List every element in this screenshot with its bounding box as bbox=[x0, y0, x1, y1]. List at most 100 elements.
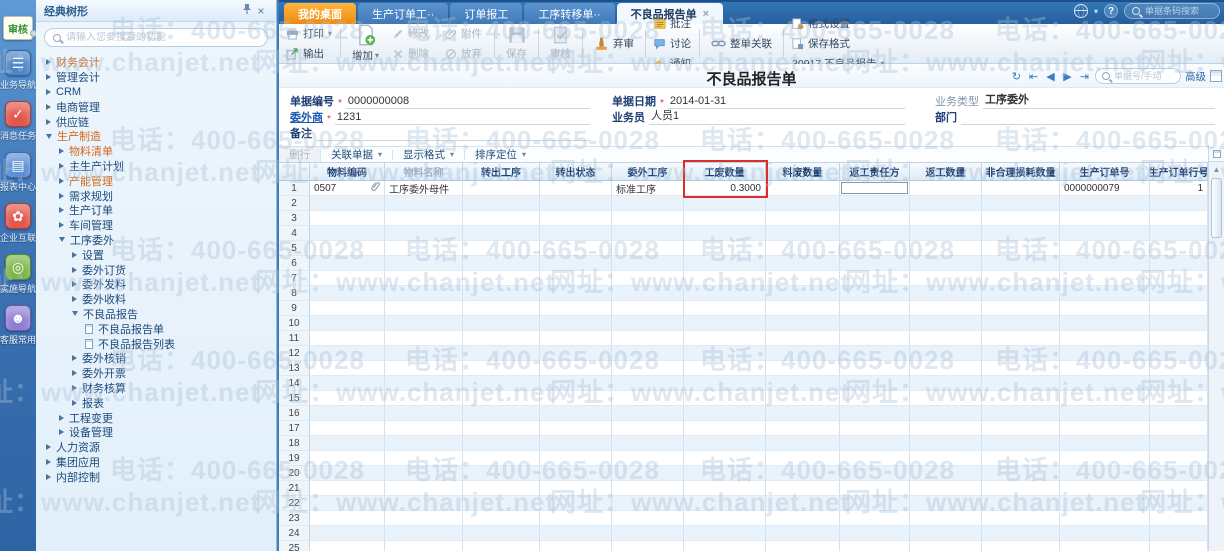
field-value[interactable] bbox=[316, 139, 590, 141]
grid-cell[interactable] bbox=[1060, 301, 1150, 316]
grid-toolbar-3[interactable]: 排序定位 ▾ bbox=[465, 147, 536, 162]
grid-cell[interactable] bbox=[766, 451, 840, 466]
grid-cell[interactable] bbox=[840, 511, 910, 526]
tree-item[interactable]: 产能管理 bbox=[46, 173, 276, 188]
grid-cell[interactable] bbox=[910, 301, 982, 316]
grid-cell[interactable] bbox=[612, 241, 684, 256]
grid-cell[interactable] bbox=[684, 511, 766, 526]
grid-cell[interactable] bbox=[463, 271, 540, 286]
grid-cell[interactable] bbox=[982, 256, 1060, 271]
grid-cell[interactable] bbox=[840, 481, 910, 496]
tree-item[interactable]: 财务会计 bbox=[46, 55, 276, 70]
grid-cell[interactable] bbox=[385, 241, 463, 256]
grid-cell[interactable]: 9 bbox=[279, 301, 310, 316]
tree-item[interactable]: 供应链 bbox=[46, 114, 276, 129]
grid-cell[interactable] bbox=[982, 466, 1060, 481]
grid-cell[interactable] bbox=[463, 211, 540, 226]
save-format-button[interactable]: 保存格式 bbox=[789, 35, 888, 52]
grid-cell[interactable] bbox=[766, 421, 840, 436]
grid-cell[interactable] bbox=[1150, 361, 1208, 376]
grid-cell[interactable] bbox=[766, 376, 840, 391]
grid-cell[interactable] bbox=[840, 316, 910, 331]
grid-cell[interactable] bbox=[910, 226, 982, 241]
grid-cell[interactable] bbox=[840, 331, 910, 346]
grid-cell[interactable] bbox=[540, 211, 612, 226]
grid-cell[interactable] bbox=[612, 286, 684, 301]
grid-column-header[interactable]: 返工责任方 bbox=[840, 163, 910, 181]
grid-cell[interactable] bbox=[982, 496, 1060, 511]
grid-cell[interactable] bbox=[310, 196, 385, 211]
grid-cell[interactable] bbox=[1150, 526, 1208, 541]
grid-cell[interactable] bbox=[910, 361, 982, 376]
grid-cell[interactable]: 8 bbox=[279, 286, 310, 301]
grid-cell[interactable] bbox=[840, 451, 910, 466]
grid-cell[interactable]: 5 bbox=[279, 241, 310, 256]
tab-3[interactable]: 工序转移单·· bbox=[524, 3, 615, 24]
grid-cell[interactable]: 24 bbox=[279, 526, 310, 541]
tree-item[interactable]: 委外订货 bbox=[46, 262, 276, 277]
grid-cell[interactable] bbox=[385, 451, 463, 466]
grid-column-header[interactable]: 非合理损耗数量 bbox=[982, 163, 1060, 181]
grid-cell[interactable] bbox=[463, 196, 540, 211]
grid-cell[interactable] bbox=[766, 331, 840, 346]
grid-cell[interactable] bbox=[612, 376, 684, 391]
grid-cell[interactable] bbox=[463, 331, 540, 346]
grid-cell[interactable]: 7 bbox=[279, 271, 310, 286]
globe-icon[interactable] bbox=[1073, 4, 1088, 18]
dock-item-0[interactable]: ☰ 业务导航 bbox=[0, 50, 36, 91]
grid-cell[interactable] bbox=[1150, 241, 1208, 256]
export-button[interactable]: 输出 bbox=[283, 45, 335, 62]
field-value[interactable]: 0000000008 bbox=[345, 95, 590, 109]
grid-cell[interactable] bbox=[982, 511, 1060, 526]
grid-column-header[interactable]: 物料名称 bbox=[385, 163, 463, 181]
grid-cell[interactable] bbox=[463, 451, 540, 466]
selected-cell-editor[interactable] bbox=[841, 182, 908, 194]
grid-cell[interactable] bbox=[766, 526, 840, 541]
grid-cell[interactable] bbox=[1060, 331, 1150, 346]
grid-cell[interactable] bbox=[463, 256, 540, 271]
grid-cell[interactable] bbox=[910, 241, 982, 256]
grid-cell[interactable] bbox=[1060, 211, 1150, 226]
tree-item[interactable]: 不良品报告单 bbox=[46, 321, 276, 336]
grid-cell[interactable] bbox=[385, 271, 463, 286]
grid-cell[interactable] bbox=[310, 211, 385, 226]
grid-cell[interactable] bbox=[840, 361, 910, 376]
grid-cell[interactable]: 23 bbox=[279, 511, 310, 526]
column-chooser-icon[interactable] bbox=[1209, 146, 1224, 162]
dock-item-5[interactable]: ☻ 客服常用 bbox=[0, 305, 36, 346]
grid-cell[interactable] bbox=[612, 316, 684, 331]
grid-cell[interactable] bbox=[766, 301, 840, 316]
grid-cell[interactable] bbox=[540, 271, 612, 286]
grid-cell[interactable] bbox=[385, 286, 463, 301]
grid-cell[interactable] bbox=[840, 406, 910, 421]
grid-cell[interactable] bbox=[684, 301, 766, 316]
grid-cell[interactable] bbox=[540, 256, 612, 271]
grid-cell[interactable] bbox=[1060, 496, 1150, 511]
grid-cell[interactable] bbox=[1060, 511, 1150, 526]
grid-column-header[interactable]: 返工数量 bbox=[910, 163, 982, 181]
grid-cell[interactable] bbox=[1060, 451, 1150, 466]
grid-cell[interactable] bbox=[310, 511, 385, 526]
grid-column-header[interactable]: 料废数量 bbox=[766, 163, 840, 181]
grid-cell[interactable] bbox=[463, 526, 540, 541]
grid-cell[interactable] bbox=[612, 436, 684, 451]
grid-cell[interactable] bbox=[1060, 316, 1150, 331]
grid-cell[interactable] bbox=[910, 331, 982, 346]
grid-cell[interactable] bbox=[840, 421, 910, 436]
grid-cell[interactable] bbox=[310, 226, 385, 241]
grid-cell[interactable] bbox=[612, 256, 684, 271]
grid-cell[interactable] bbox=[840, 301, 910, 316]
grid-cell[interactable] bbox=[684, 481, 766, 496]
grid-cell[interactable] bbox=[310, 301, 385, 316]
dock-item-2[interactable]: ▤ 报表中心 bbox=[0, 152, 36, 193]
grid-cell[interactable] bbox=[310, 436, 385, 451]
discuss-button[interactable]: 讨论 bbox=[651, 35, 694, 52]
grid-cell[interactable] bbox=[612, 211, 684, 226]
grid-column-header[interactable]: 工废数量 bbox=[684, 163, 766, 181]
grid-cell[interactable]: 0.3000 bbox=[684, 181, 766, 196]
grid-cell[interactable] bbox=[910, 196, 982, 211]
grid-cell[interactable] bbox=[540, 496, 612, 511]
grid-cell[interactable] bbox=[684, 436, 766, 451]
delete-button[interactable]: 删除 bbox=[389, 45, 432, 62]
tree-item[interactable]: 财务核算 bbox=[46, 381, 276, 396]
